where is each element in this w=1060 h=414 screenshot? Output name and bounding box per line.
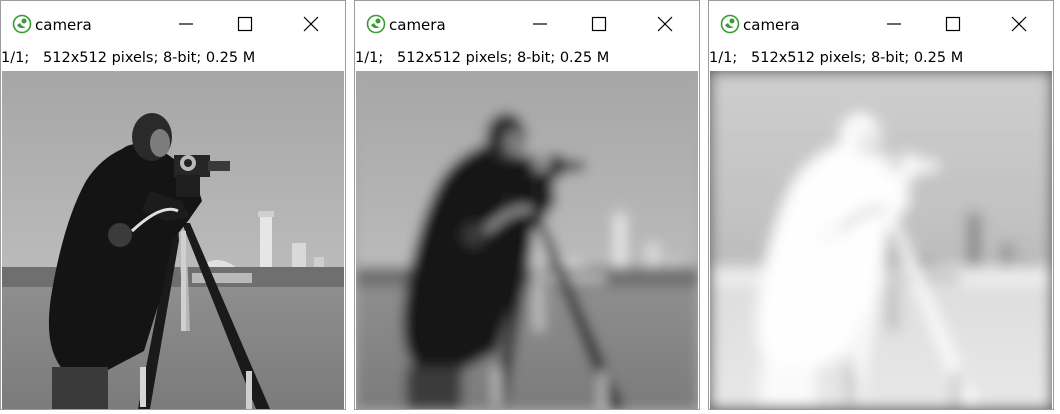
imagej-app-icon xyxy=(366,14,386,34)
title-bar[interactable]: camera xyxy=(709,1,1053,47)
close-icon xyxy=(657,16,673,32)
close-button[interactable] xyxy=(996,7,1042,41)
close-icon xyxy=(303,16,319,32)
image-window-original[interactable]: camera 1/1; 512x512 pixels; 8-bit; 0.25 … xyxy=(0,0,346,410)
title-bar[interactable]: camera xyxy=(1,1,345,47)
maximize-icon xyxy=(237,16,253,32)
close-button[interactable] xyxy=(642,7,688,41)
minimize-icon xyxy=(887,23,901,25)
image-canvas[interactable] xyxy=(356,71,698,409)
minimize-button[interactable] xyxy=(517,7,563,41)
close-icon xyxy=(1011,16,1027,32)
cameraman-image xyxy=(710,71,1052,409)
maximize-icon xyxy=(591,16,607,32)
maximize-icon xyxy=(945,16,961,32)
imagej-app-icon xyxy=(12,14,32,34)
imagej-app-icon xyxy=(720,14,740,34)
cameraman-image xyxy=(2,71,344,409)
minimize-button[interactable] xyxy=(871,7,917,41)
minimize-icon xyxy=(533,23,547,25)
minimize-icon xyxy=(179,23,193,25)
image-info-line: 1/1; 512x512 pixels; 8-bit; 0.25 M xyxy=(709,50,964,66)
window-title: camera xyxy=(389,16,446,34)
minimize-button[interactable] xyxy=(163,7,209,41)
window-title: camera xyxy=(35,16,92,34)
maximize-button[interactable] xyxy=(576,7,622,41)
image-window-inverted[interactable]: camera 1/1; 512x512 pixels; 8-bit; 0.25 … xyxy=(708,0,1054,410)
maximize-button[interactable] xyxy=(222,7,268,41)
close-button[interactable] xyxy=(288,7,334,41)
image-info-line: 1/1; 512x512 pixels; 8-bit; 0.25 M xyxy=(1,50,256,66)
image-info-line: 1/1; 512x512 pixels; 8-bit; 0.25 M xyxy=(355,50,610,66)
title-bar[interactable]: camera xyxy=(355,1,699,47)
maximize-button[interactable] xyxy=(930,7,976,41)
image-canvas[interactable] xyxy=(710,71,1052,409)
cameraman-image xyxy=(356,71,698,409)
image-window-blurred[interactable]: camera 1/1; 512x512 pixels; 8-bit; 0.25 … xyxy=(354,0,700,410)
image-canvas[interactable] xyxy=(2,71,344,409)
window-title: camera xyxy=(743,16,800,34)
